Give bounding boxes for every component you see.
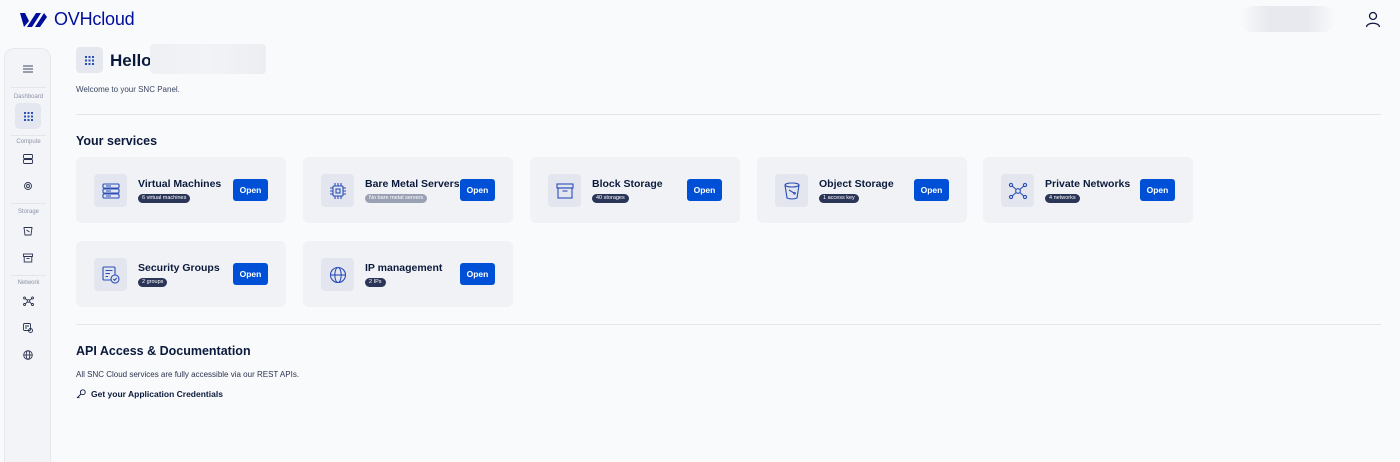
service-count-badge: 2 IPs bbox=[365, 278, 386, 287]
sidebar-menu-toggle[interactable] bbox=[15, 56, 41, 82]
network-icon bbox=[22, 296, 34, 306]
bucket-icon bbox=[783, 181, 800, 200]
sidebar-group-label: Compute bbox=[16, 139, 41, 145]
ovh-logo-icon bbox=[20, 12, 47, 27]
service-count-badge: 2 groups bbox=[138, 278, 168, 287]
chip-icon bbox=[24, 182, 32, 190]
server-icon bbox=[101, 182, 120, 199]
open-object-storage-button[interactable]: Open bbox=[914, 179, 949, 201]
service-name: Bare Metal Servers bbox=[365, 178, 460, 190]
service-count-badge: 4 networks bbox=[1045, 194, 1080, 203]
sidebar-item-object-storage[interactable] bbox=[15, 218, 41, 244]
user-icon[interactable] bbox=[1364, 10, 1382, 28]
divider bbox=[76, 114, 1381, 115]
application-credentials-label: Get your Application Credentials bbox=[91, 389, 223, 399]
sidebar-item-virtual-machines[interactable] bbox=[15, 146, 41, 172]
service-card-object-storage: Object Storage 1 access key Open bbox=[757, 157, 967, 223]
service-count-badge: No bare metal servers bbox=[365, 194, 428, 203]
open-private-networks-button[interactable]: Open bbox=[1140, 179, 1175, 201]
archive-icon bbox=[23, 253, 33, 263]
api-title: API Access & Documentation bbox=[76, 344, 251, 358]
top-bar: OVHcloud bbox=[0, 0, 1400, 40]
globe-icon bbox=[23, 350, 33, 360]
service-name: Object Storage bbox=[819, 178, 894, 190]
service-count-badge: 6 virtual machines bbox=[138, 194, 191, 203]
service-name: Block Storage bbox=[592, 178, 663, 190]
service-name: IP management bbox=[365, 262, 443, 274]
service-count-badge: 40 storages bbox=[592, 194, 629, 203]
dashboard-icon-tile bbox=[76, 47, 103, 73]
archive-icon bbox=[555, 182, 574, 199]
network-icon bbox=[1008, 182, 1027, 199]
sidebar-group-label: Network bbox=[17, 280, 40, 286]
sidebar-group-label: Dashboard bbox=[13, 94, 44, 100]
service-card-block-storage: Block Storage 40 storages Open bbox=[530, 157, 740, 223]
sidebar-item-dashboard[interactable] bbox=[15, 103, 41, 129]
open-virtual-machines-button[interactable]: Open bbox=[233, 179, 268, 201]
sidebar-item-block-storage[interactable] bbox=[15, 245, 41, 271]
sidebar-item-private-networks[interactable] bbox=[15, 288, 41, 314]
welcome-text: Welcome to your SNC Panel. bbox=[76, 85, 180, 94]
user-name-blurred bbox=[150, 44, 266, 74]
logo[interactable]: OVHcloud bbox=[18, 9, 135, 30]
sidebar-divider bbox=[11, 203, 46, 204]
open-security-groups-button[interactable]: Open bbox=[233, 263, 268, 285]
service-card-ip-management: IP management 2 IPs Open bbox=[303, 241, 513, 307]
sidebar-divider bbox=[11, 135, 46, 136]
service-count-badge: 1 access key bbox=[819, 194, 859, 203]
service-card-virtual-machines: Virtual Machines 6 virtual machines Open bbox=[76, 157, 286, 223]
sidebar-group-label: Storage bbox=[17, 209, 39, 215]
sidebar-divider bbox=[11, 275, 46, 276]
sidebar-item-security-groups[interactable] bbox=[15, 315, 41, 341]
open-block-storage-button[interactable]: Open bbox=[687, 179, 722, 201]
security-group-icon bbox=[101, 265, 120, 284]
sidebar-item-bare-metal[interactable] bbox=[15, 173, 41, 199]
service-card-bare-metal-servers: Bare Metal Servers No bare metal servers… bbox=[303, 157, 513, 223]
logo-text: OVHcloud bbox=[54, 9, 135, 29]
service-name: Security Groups bbox=[138, 262, 220, 274]
user-name-blurred bbox=[1240, 6, 1336, 32]
api-description: All SNC Cloud services are fully accessi… bbox=[76, 370, 300, 379]
sidebar-item-ip-management[interactable] bbox=[15, 342, 41, 368]
grid-icon bbox=[23, 111, 33, 121]
sidebar-divider bbox=[11, 87, 46, 88]
key-icon bbox=[76, 389, 86, 399]
open-ip-management-button[interactable]: Open bbox=[460, 263, 495, 285]
divider bbox=[76, 324, 1381, 325]
service-name: Private Networks bbox=[1045, 178, 1131, 190]
service-name: Virtual Machines bbox=[138, 178, 222, 190]
menu-icon bbox=[23, 65, 33, 73]
server-icon bbox=[23, 154, 33, 164]
grid-icon bbox=[85, 55, 94, 65]
bucket-icon bbox=[23, 227, 33, 236]
open-bare-metal-servers-button[interactable]: Open bbox=[460, 179, 495, 201]
service-card-security-groups: Security Groups 2 groups Open bbox=[76, 241, 286, 307]
service-card-private-networks: Private Networks 4 networks Open bbox=[983, 157, 1193, 223]
sidebar: Dashboard Compute Storage Network bbox=[4, 48, 51, 462]
services-title: Your services bbox=[76, 134, 158, 148]
security-group-icon bbox=[23, 323, 33, 333]
chip-icon bbox=[329, 182, 346, 199]
application-credentials-link[interactable]: Get your Application Credentials bbox=[76, 389, 223, 399]
globe-icon bbox=[329, 266, 346, 283]
